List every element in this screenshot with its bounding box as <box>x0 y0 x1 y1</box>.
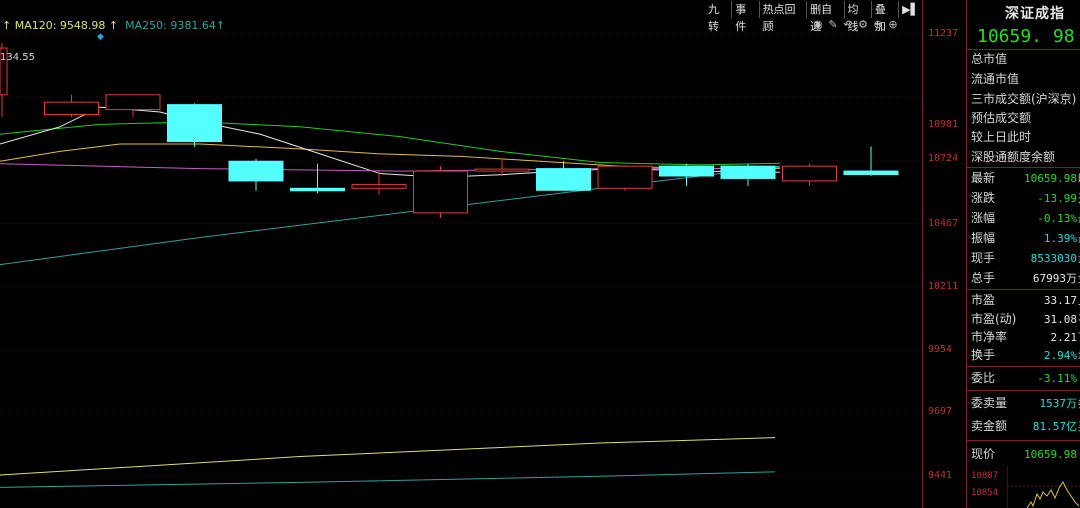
event-diamond-icon[interactable]: ◆ <box>97 32 104 42</box>
candle-body <box>167 104 222 143</box>
info-row: 流通市值 <box>971 72 1020 86</box>
weibi-row: 委比 -3.11% <box>971 371 1077 385</box>
info-row: 三市成交额(沪深京) <box>971 92 1077 106</box>
y-tick: 10724 <box>928 153 959 164</box>
ma-legend: ↑ MA120: 9548.98 ↑ MA250: 9381.64↑ <box>2 19 225 32</box>
toolbar-hotspot-button[interactable]: 热点回顾 <box>758 1 807 33</box>
toolbar-remove-watchlist-button[interactable]: 删自选 <box>806 1 843 33</box>
ma120-line <box>0 437 776 476</box>
toolbar-overlay-button[interactable]: 叠加 <box>870 1 898 33</box>
quote-row-amplitude: 振幅1.39%最 <box>971 231 1080 245</box>
candle-body <box>474 168 530 172</box>
y-tick: 10467 <box>928 218 959 229</box>
quote-panel: 深证成指 10659. 98 总市值 流通市值 三市成交额(沪深京) 预估成交额… <box>966 0 1080 508</box>
mini-axis-tick: 10887 <box>971 471 999 481</box>
pen-icon[interactable]: ✎ <box>827 19 839 31</box>
candle-body <box>720 165 776 179</box>
valuation-row-pb: 市净率2.21下 <box>971 330 1080 344</box>
divider <box>967 390 1080 391</box>
divider <box>967 289 1080 290</box>
y-tick: 11237 <box>928 28 959 39</box>
candle-body <box>105 94 161 111</box>
high-price-marker: 134.55 <box>0 52 35 63</box>
quote-row-current-volume: 现手8533030量 <box>971 251 1080 265</box>
chart-tools: ◉ ✎ ↶ ⚙ ⊖ ⊕ <box>812 19 899 31</box>
undo-icon[interactable]: ↶ <box>842 19 854 31</box>
index-name: 深证成指 <box>1005 6 1065 22</box>
info-row: 较上日此时 <box>971 130 1032 144</box>
quote-row-latest: 最新10659.98昨 <box>971 171 1080 185</box>
mini-axis-tick: 10854 <box>971 488 999 498</box>
divider <box>967 167 1080 168</box>
candle-body <box>659 165 714 177</box>
candle-body <box>413 170 468 214</box>
quote-row-total-volume: 总手67993万金 <box>971 271 1080 285</box>
ma120-label: MA120: 9548.98 <box>14 19 106 32</box>
info-row: 预估成交额 <box>971 111 1032 125</box>
candle-body <box>782 165 837 182</box>
y-tick: 9441 <box>928 470 953 481</box>
info-row: 总市值 <box>971 52 1008 66</box>
kline-chart-area[interactable]: ↑ MA120: 9548.98 ↑ MA250: 9381.64↑ ◆ 134… <box>0 0 922 508</box>
candle-body <box>536 168 591 191</box>
ma-yellow-line <box>0 143 780 170</box>
ma250-line <box>0 471 776 488</box>
candle-body <box>597 165 653 189</box>
zoom-in-icon[interactable]: ⊕ <box>887 19 899 31</box>
y-tick: 9954 <box>928 344 953 355</box>
info-row: 深股通额度余额 <box>971 150 1056 164</box>
kline-chart[interactable] <box>0 0 922 508</box>
candle-body <box>228 160 284 182</box>
ma-green-line <box>0 121 781 166</box>
eye-icon[interactable]: ◉ <box>812 19 824 31</box>
quote-row-change-pct: 涨幅-0.13%最 <box>971 211 1080 225</box>
candle-body <box>843 170 899 176</box>
ma120-up-arrow: ↑ <box>108 19 119 32</box>
y-tick: 10981 <box>928 119 959 130</box>
zoom-out-icon[interactable]: ⊖ <box>872 19 884 31</box>
order-row-sell-volume: 委卖量1537万委 <box>971 396 1080 410</box>
ma120-arrow: ↑ <box>2 19 12 32</box>
quote-row-change: 涨跌-13.99开 <box>971 191 1080 205</box>
ma250-label: MA250: 9381.64 <box>125 19 216 32</box>
ma250-trend-line <box>0 165 781 266</box>
order-row-sell-amount: 卖金额81.57亿买 <box>971 419 1080 433</box>
candle-body <box>290 187 345 192</box>
toolbar-ma-button[interactable]: 均线 <box>843 1 871 33</box>
divider <box>967 366 1080 367</box>
intraday-mini-chart <box>1007 466 1080 508</box>
y-tick: 10211 <box>928 281 959 292</box>
toolbar-collapse-icon[interactable]: ▶▌ <box>898 1 922 18</box>
candle-body <box>351 184 407 189</box>
valuation-row-turnover: 换手2.94%均 <box>971 348 1080 362</box>
candle-body <box>44 101 99 115</box>
index-price: 10659. 98 <box>977 26 1075 47</box>
y-tick: 9697 <box>928 406 953 417</box>
toolbar-jiuzhuan-button[interactable]: 九转 <box>705 1 731 33</box>
y-axis-line <box>922 0 923 508</box>
settings-icon[interactable]: ⚙ <box>857 19 869 31</box>
toolbar-event-button[interactable]: 事件 <box>731 1 758 33</box>
valuation-row-pe-dynamic: 市盈(动)31.08平 <box>971 312 1080 326</box>
ma250-up-arrow: ↑ <box>215 19 226 32</box>
valuation-row-pe: 市盈33.17上 <box>971 293 1080 307</box>
chart-toolbar: 九转 事件 热点回顾 删自选 均线 叠加 ▶▌ <box>705 1 922 33</box>
divider <box>967 440 1080 441</box>
current-price-row: 现价 10659.98 <box>971 447 1077 461</box>
